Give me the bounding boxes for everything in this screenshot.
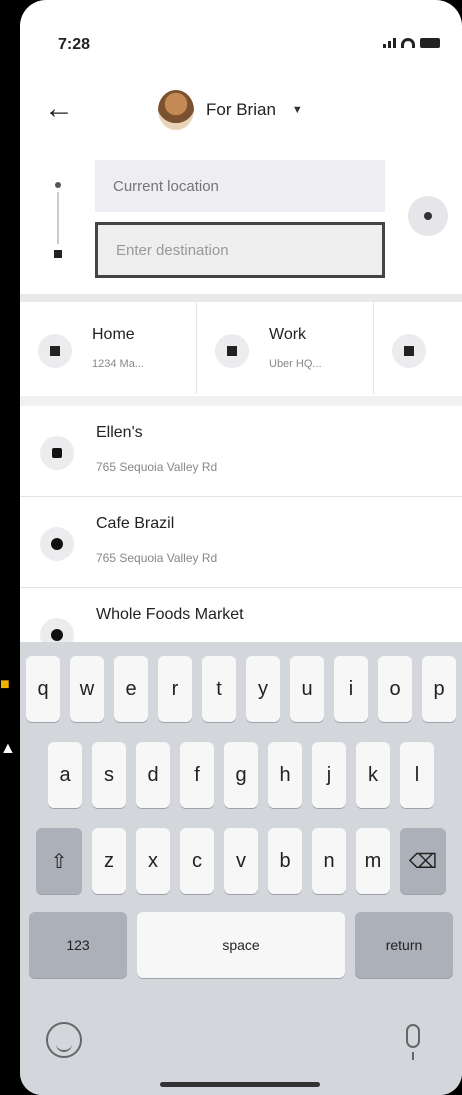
keyboard-row-2: a s d f g h j k l — [20, 742, 462, 812]
key-d[interactable]: d — [136, 742, 170, 808]
place-name: Cafe Brazil — [96, 515, 175, 532]
keyboard-row-1: q w e r t y u i o p — [20, 656, 462, 726]
chevron-down-icon: ▼ — [291, 104, 303, 116]
status-icons — [383, 38, 440, 48]
route-line — [57, 192, 59, 244]
shortcut-subtitle: 1234 Ma... — [92, 358, 144, 370]
results-list: Ellen's 765 Sequoia Valley Rd Cafe Brazi… — [20, 406, 462, 678]
emoji-icon[interactable] — [46, 1022, 82, 1058]
pickup-dot-icon — [55, 182, 61, 188]
key-f[interactable]: f — [180, 742, 214, 808]
phone-screen: 7:28 ← For Brian ▼ Home 1234 Ma... — [20, 0, 462, 1095]
key-e[interactable]: e — [114, 656, 148, 722]
signal-icon — [383, 38, 396, 48]
shortcut-title: Work — [269, 326, 307, 343]
shortcut-subtitle: Uber HQ... — [269, 358, 322, 370]
backspace-key[interactable]: ⌫ — [400, 828, 446, 894]
star-icon — [392, 334, 426, 368]
wifi-icon — [401, 38, 415, 48]
header: ← For Brian ▼ — [20, 82, 462, 142]
key-z[interactable]: z — [92, 828, 126, 894]
destination-input[interactable] — [95, 222, 385, 278]
background-card-peek-2: ▲ — [0, 740, 16, 757]
place-name: Ellen's — [96, 424, 143, 441]
return-key[interactable]: return — [355, 912, 453, 978]
pickup-input[interactable] — [95, 160, 385, 212]
back-arrow-icon[interactable]: ← — [44, 94, 74, 124]
key-r[interactable]: r — [158, 656, 192, 722]
place-address: 765 Sequoia Valley Rd — [96, 551, 218, 565]
key-t[interactable]: t — [202, 656, 236, 722]
key-q[interactable]: q — [26, 656, 60, 722]
key-l[interactable]: l — [400, 742, 434, 808]
key-h[interactable]: h — [268, 742, 302, 808]
shortcut-home[interactable]: Home 1234 Ma... — [20, 302, 197, 394]
briefcase-icon — [215, 334, 249, 368]
rider-name: For Brian — [206, 100, 276, 119]
plus-icon — [424, 212, 432, 220]
avatar — [158, 90, 194, 130]
divider — [20, 294, 462, 302]
place-name: Whole Foods Market — [96, 606, 244, 623]
home-icon — [38, 334, 72, 368]
status-time: 7:28 — [58, 36, 91, 53]
list-item[interactable]: Ellen's 765 Sequoia Valley Rd — [20, 406, 462, 497]
rider-selector[interactable]: For Brian ▼ — [158, 90, 303, 130]
destination-square-icon — [54, 250, 62, 258]
key-i[interactable]: i — [334, 656, 368, 722]
saved-places-row: Home 1234 Ma... Work Uber HQ... — [20, 302, 462, 394]
keyboard: q w e r t y u i o p a s d f g h j k l ⇧ … — [20, 642, 462, 1095]
keyboard-row-4: 123 space return — [20, 912, 462, 982]
key-m[interactable]: m — [356, 828, 390, 894]
keyboard-row-3: ⇧ z x c v b n m ⌫ — [20, 828, 462, 898]
shift-key[interactable]: ⇧ — [36, 828, 82, 894]
divider — [20, 396, 462, 406]
key-p[interactable]: p — [422, 656, 456, 722]
status-bar: 7:28 — [20, 0, 462, 80]
shortcut-work[interactable]: Work Uber HQ... — [197, 302, 374, 394]
key-x[interactable]: x — [136, 828, 170, 894]
key-s[interactable]: s — [92, 742, 126, 808]
key-v[interactable]: v — [224, 828, 258, 894]
star-icon — [40, 436, 74, 470]
shortcut-title: Home — [92, 326, 135, 343]
space-key[interactable]: space — [137, 912, 345, 978]
add-stop-button[interactable] — [408, 196, 448, 236]
key-o[interactable]: o — [378, 656, 412, 722]
clock-icon — [40, 527, 74, 561]
place-address: 765 Sequoia Valley Rd — [96, 460, 218, 474]
shift-icon: ⇧ — [50, 850, 68, 873]
numbers-key[interactable]: 123 — [29, 912, 127, 978]
key-c[interactable]: c — [180, 828, 214, 894]
key-u[interactable]: u — [290, 656, 324, 722]
key-k[interactable]: k — [356, 742, 390, 808]
backspace-icon: ⌫ — [408, 850, 438, 873]
list-item[interactable]: Cafe Brazil 765 Sequoia Valley Rd — [20, 497, 462, 588]
battery-icon — [420, 38, 440, 48]
route-indicator — [54, 182, 62, 262]
shortcut-more[interactable] — [374, 302, 462, 394]
key-j[interactable]: j — [312, 742, 346, 808]
home-indicator — [160, 1082, 320, 1087]
key-w[interactable]: w — [70, 656, 104, 722]
microphone-icon[interactable] — [406, 1024, 420, 1060]
key-g[interactable]: g — [224, 742, 258, 808]
key-b[interactable]: b — [268, 828, 302, 894]
key-y[interactable]: y — [246, 656, 280, 722]
background-card-peek: ■ — [0, 676, 10, 693]
key-a[interactable]: a — [48, 742, 82, 808]
key-n[interactable]: n — [312, 828, 346, 894]
